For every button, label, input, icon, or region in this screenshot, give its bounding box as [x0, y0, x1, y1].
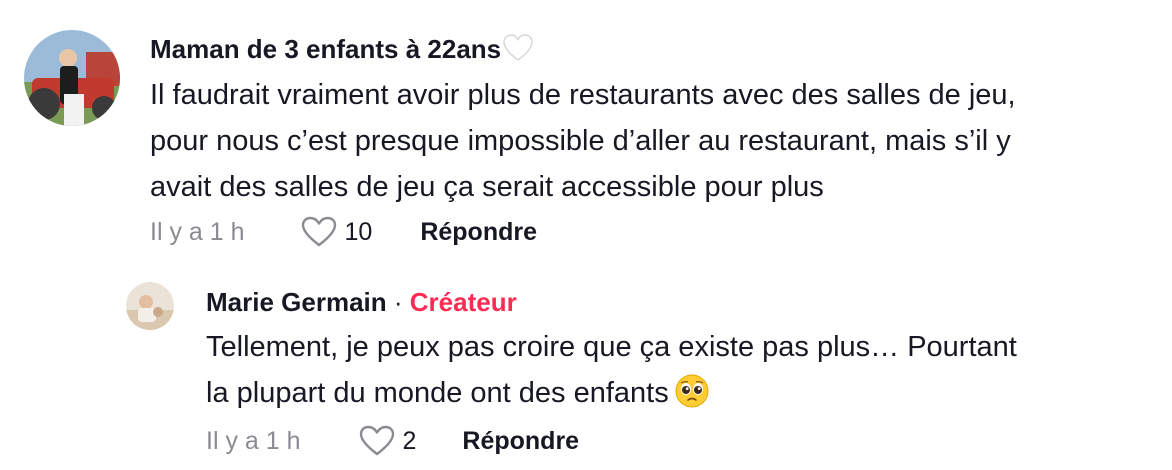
reply-avatar[interactable] — [126, 282, 174, 330]
reply-meta: Il y a 1 h 2 Répondre — [206, 423, 579, 459]
comment-text-line: pour nous c’est presque impossible d’all… — [150, 125, 1011, 157]
comment: Maman de 3 enfants à 22ans Il faudrait v… — [0, 0, 1172, 260]
reply-text-line: la plupart du monde ont des enfants — [206, 370, 1156, 422]
reply-text-line-content: la plupart du monde ont des enfants — [206, 377, 669, 409]
separator: · — [393, 287, 403, 317]
comment-time: Il y a 1 h — [150, 217, 245, 246]
comment-text-line: Il faudrait vraiment avoir plus de resta… — [150, 79, 1016, 111]
reply-time: Il y a 1 h — [206, 426, 301, 455]
creator-badge: Créateur — [409, 287, 517, 317]
reply-comment: Marie Germain · Créateur Tellement, je p… — [0, 260, 1172, 470]
reply-button[interactable]: Répondre — [420, 218, 537, 247]
reply-username: Marie Germain · Créateur — [206, 287, 517, 317]
comment-meta: Il y a 1 h 10 Répondre — [150, 214, 537, 250]
username-text[interactable]: Marie Germain — [206, 287, 387, 317]
reply-text-line: Tellement, je peux pas croire que ça exi… — [206, 331, 1017, 363]
heart-outline-icon[interactable] — [359, 425, 395, 457]
username-text[interactable]: Maman de 3 enfants à 22ans — [150, 34, 501, 64]
comment-username[interactable]: Maman de 3 enfants à 22ans — [150, 34, 533, 68]
white-heart-icon — [503, 34, 533, 68]
like-button[interactable]: 2 — [359, 425, 417, 457]
like-button[interactable]: 10 — [301, 216, 373, 248]
like-count: 10 — [344, 217, 373, 246]
reply-button[interactable]: Répondre — [462, 427, 579, 456]
comment-text-line: avait des salles de jeu ça serait access… — [150, 171, 824, 203]
heart-outline-icon[interactable] — [301, 216, 337, 248]
avatar[interactable] — [24, 30, 120, 126]
comment-text: Il faudrait vraiment avoir plus de resta… — [150, 72, 1160, 210]
pleading-face-emoji — [675, 374, 709, 422]
reply-text: Tellement, je peux pas croire que ça exi… — [206, 324, 1156, 422]
like-count: 2 — [402, 426, 417, 455]
